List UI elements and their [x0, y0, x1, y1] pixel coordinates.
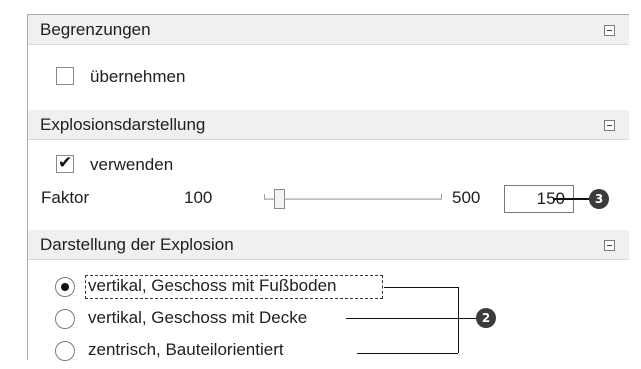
slider-tick — [264, 194, 265, 199]
faktor-label: Faktor — [41, 188, 90, 207]
callout-badge-options: 2 — [476, 308, 496, 328]
section-header-darstellung[interactable]: Darstellung der Explosion — [28, 230, 629, 260]
callout-line-factor — [553, 198, 591, 200]
faktor-slider-thumb[interactable] — [274, 189, 285, 209]
radio-decke[interactable] — [55, 309, 75, 329]
checkmark-icon: ✔ — [58, 153, 73, 172]
faktor-max-label: 500 — [452, 188, 481, 207]
radio-selected-dot — [61, 283, 69, 291]
verwenden-label: verwenden — [90, 155, 174, 174]
verwenden-checkbox[interactable]: ✔ — [56, 153, 74, 173]
slider-tick — [441, 194, 442, 199]
radio-fussboden[interactable] — [55, 277, 75, 297]
section-header-explosionsdarstellung[interactable]: Explosionsdarstellung — [28, 110, 629, 140]
section-title-begrenzungen: Begrenzungen — [40, 20, 151, 39]
faktor-slider-track[interactable] — [264, 198, 442, 200]
uebernehmen-label: übernehmen — [90, 67, 186, 86]
callout-bracket-vertical — [458, 287, 459, 353]
section-title-darstellung: Darstellung der Explosion — [40, 235, 234, 254]
collapse-icon[interactable] — [604, 240, 615, 251]
callout-badge-factor: 3 — [589, 189, 609, 209]
callout-bracket-top — [384, 287, 458, 288]
callout-bracket-bottom — [357, 353, 458, 354]
callout-bracket-middle — [346, 318, 476, 319]
section-header-begrenzungen[interactable]: Begrenzungen — [28, 15, 629, 45]
collapse-icon[interactable] — [604, 120, 615, 131]
collapse-icon[interactable] — [604, 25, 615, 36]
faktor-min-label: 100 — [184, 188, 213, 207]
uebernehmen-checkbox[interactable] — [56, 67, 74, 85]
option-decke-label[interactable]: vertikal, Geschoss mit Decke — [88, 308, 307, 328]
section-title-explosionsdarstellung: Explosionsdarstellung — [40, 115, 206, 134]
radio-zentrisch[interactable] — [55, 341, 75, 361]
properties-panel: Begrenzungen übernehmen Explosionsdarste… — [27, 14, 629, 361]
option-fussboden-label[interactable]: vertikal, Geschoss mit Fußboden — [88, 276, 336, 296]
option-zentrisch-label[interactable]: zentrisch, Bauteilorientiert — [88, 340, 284, 360]
